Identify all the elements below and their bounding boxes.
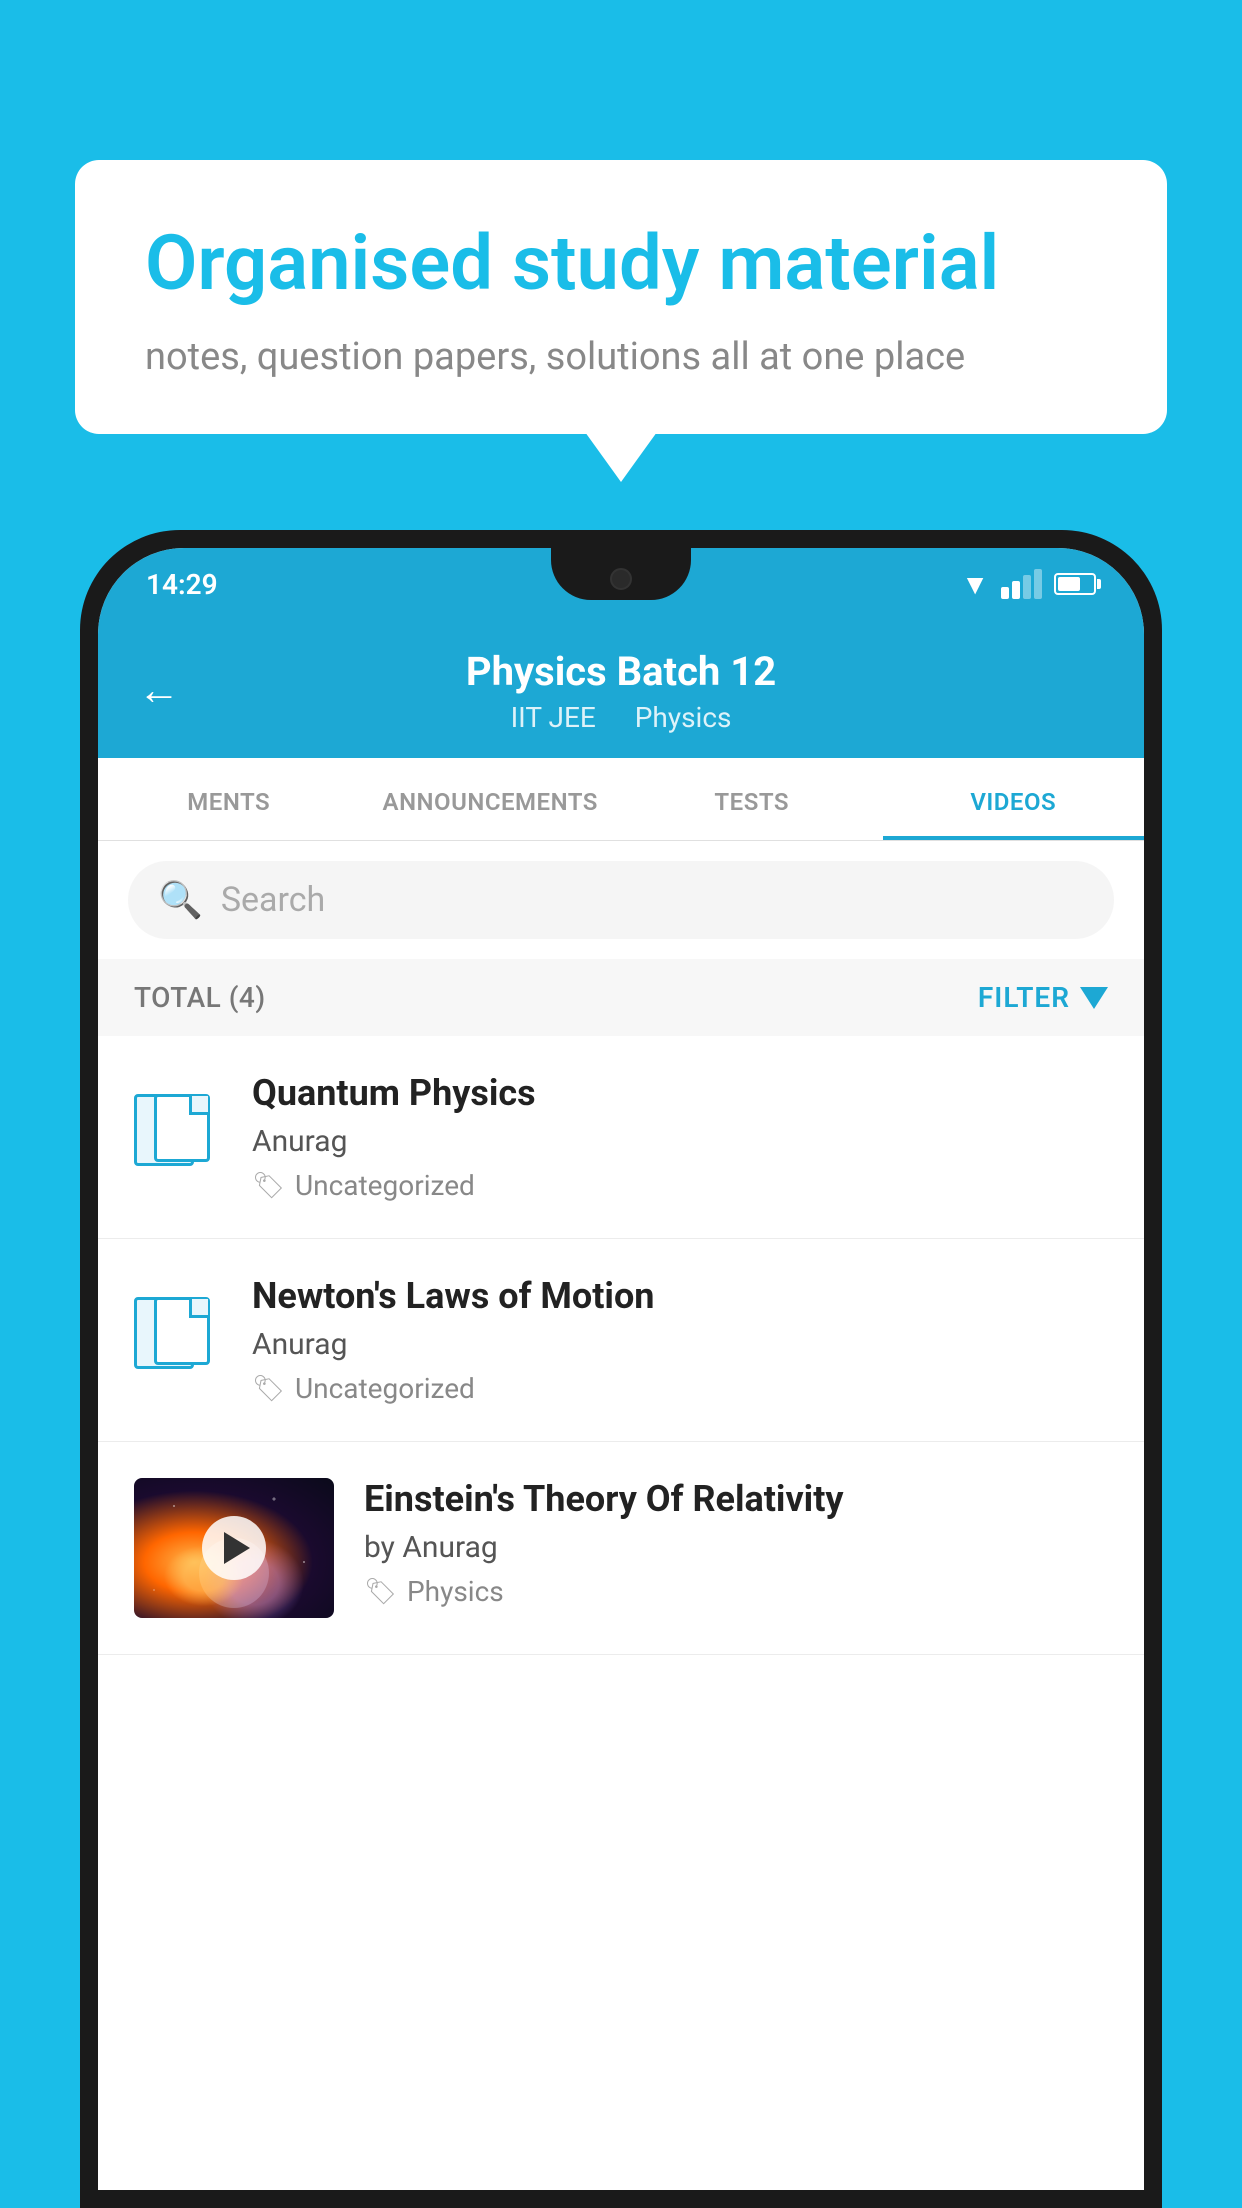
tag-label: Uncategorized	[295, 1169, 475, 1202]
camera-notch	[610, 568, 632, 590]
app-header: ← Physics Batch 12 IIT JEE Physics	[98, 620, 1144, 758]
tag-icon: 🏷	[364, 1577, 397, 1607]
back-button[interactable]: ←	[138, 670, 180, 712]
filter-bar: TOTAL (4) FILTER	[98, 959, 1144, 1036]
video-list: Quantum Physics Anurag 🏷 Uncategorized	[98, 1036, 1144, 2190]
phone-notch	[551, 548, 691, 600]
item-tag: 🏷 Uncategorized	[252, 1169, 1108, 1202]
wifi-icon: ▼	[961, 568, 989, 601]
tab-ments[interactable]: MENTS	[98, 758, 360, 840]
tag-label: Uncategorized	[295, 1372, 475, 1405]
list-item[interactable]: Newton's Laws of Motion Anurag 🏷 Uncateg…	[98, 1239, 1144, 1442]
phone-screen: 14:29 ▼ ← Physics Ba	[98, 548, 1144, 2190]
item-author: Anurag	[252, 1327, 1108, 1362]
list-item[interactable]: Einstein's Theory Of Relativity by Anura…	[98, 1442, 1144, 1655]
tab-tests[interactable]: TESTS	[621, 758, 883, 840]
item-icon	[134, 1078, 222, 1166]
tab-announcements[interactable]: ANNOUNCEMENTS	[360, 758, 622, 840]
item-info: Newton's Laws of Motion Anurag 🏷 Uncateg…	[252, 1275, 1108, 1405]
item-title: Newton's Laws of Motion	[252, 1275, 1108, 1317]
page-title: Physics Batch 12	[210, 648, 1032, 695]
item-info: Quantum Physics Anurag 🏷 Uncategorized	[252, 1072, 1108, 1202]
item-info: Einstein's Theory Of Relativity by Anura…	[364, 1478, 1108, 1608]
status-time: 14:29	[146, 568, 218, 601]
header-title-group: Physics Batch 12 IIT JEE Physics	[210, 648, 1032, 734]
signal-icon	[1001, 569, 1042, 599]
bubble-subtitle: notes, question papers, solutions all at…	[145, 335, 1097, 379]
total-count: TOTAL (4)	[134, 981, 266, 1014]
search-input-wrap[interactable]: 🔍 Search	[128, 861, 1114, 939]
tab-bar: MENTS ANNOUNCEMENTS TESTS VIDEOS	[98, 758, 1144, 841]
filter-icon	[1080, 987, 1108, 1009]
item-title: Quantum Physics	[252, 1072, 1108, 1114]
battery-icon	[1054, 573, 1096, 595]
status-bar: 14:29 ▼	[98, 548, 1144, 620]
doc-front	[154, 1094, 210, 1162]
item-author: by Anurag	[364, 1530, 1108, 1565]
item-tag: 🏷 Physics	[364, 1575, 1108, 1608]
video-thumbnail	[134, 1478, 334, 1618]
phone-inner: 14:29 ▼ ← Physics Ba	[98, 548, 1144, 2190]
speech-bubble: Organised study material notes, question…	[75, 160, 1167, 434]
status-icons: ▼	[961, 568, 1096, 601]
item-author: Anurag	[252, 1124, 1108, 1159]
play-button[interactable]	[202, 1516, 266, 1580]
item-tag: 🏷 Uncategorized	[252, 1372, 1108, 1405]
tab-videos[interactable]: VIDEOS	[883, 758, 1145, 840]
header-subtitle-part1: IIT JEE	[511, 701, 596, 734]
filter-label: FILTER	[978, 981, 1070, 1014]
item-title: Einstein's Theory Of Relativity	[364, 1478, 1108, 1520]
item-icon	[134, 1281, 222, 1369]
search-container: 🔍 Search	[98, 841, 1144, 959]
search-icon: 🔍	[158, 879, 203, 921]
folder-icon	[134, 1281, 222, 1369]
header-subtitle: IIT JEE Physics	[210, 701, 1032, 734]
tag-icon: 🏷	[252, 1374, 285, 1404]
doc-front	[154, 1297, 210, 1365]
header-subtitle-part2: Physics	[635, 701, 732, 734]
list-item[interactable]: Quantum Physics Anurag 🏷 Uncategorized	[98, 1036, 1144, 1239]
search-placeholder: Search	[221, 880, 325, 920]
folder-icon	[134, 1078, 222, 1166]
play-icon	[224, 1532, 250, 1564]
filter-button[interactable]: FILTER	[978, 981, 1108, 1014]
tag-icon: 🏷	[252, 1171, 285, 1201]
phone-device: 14:29 ▼ ← Physics Ba	[80, 530, 1162, 2208]
bubble-title: Organised study material	[145, 220, 1097, 307]
tag-label: Physics	[407, 1575, 504, 1608]
